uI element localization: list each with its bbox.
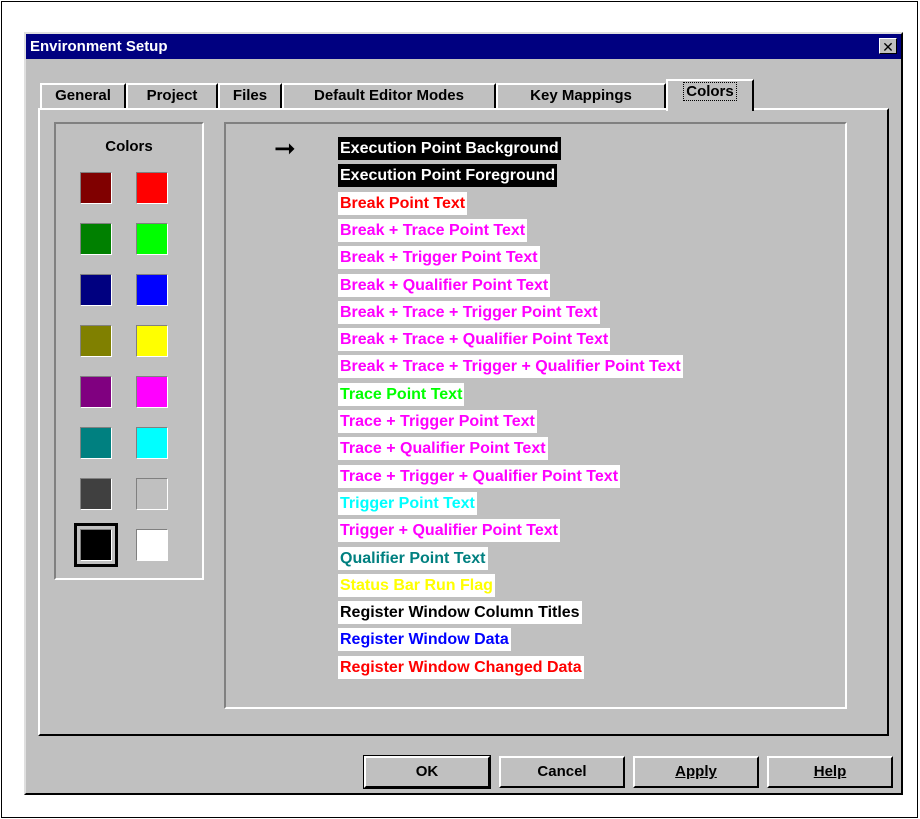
color-swatch[interactable] <box>80 478 112 510</box>
color-swatch[interactable] <box>80 223 112 255</box>
color-item[interactable]: Break + Qualifier Point Text <box>338 273 551 297</box>
color-item[interactable]: Break + Trace + Trigger Point Text <box>338 300 600 324</box>
color-item[interactable]: Trigger + Qualifier Point Text <box>338 519 560 543</box>
tab-key-mappings[interactable]: Key Mappings <box>496 83 666 109</box>
close-button[interactable]: ✕ <box>879 38 897 55</box>
color-item[interactable]: Break + Trigger Point Text <box>338 246 540 270</box>
color-item[interactable]: Register Window Changed Data <box>338 655 584 679</box>
environment-setup-dialog: Environment Setup ✕ General Project File… <box>24 32 903 795</box>
color-palette: Colors <box>54 122 204 580</box>
cancel-button[interactable]: Cancel <box>499 756 625 788</box>
color-item[interactable]: Register Window Column Titles <box>338 601 582 625</box>
color-swatch[interactable] <box>80 274 112 306</box>
color-item[interactable]: Trigger Point Text <box>338 491 477 515</box>
color-swatch[interactable] <box>136 274 168 306</box>
color-item[interactable]: Execution Point Foreground <box>338 164 558 188</box>
color-swatch[interactable] <box>74 523 118 567</box>
color-item[interactable]: Status Bar Run Flag <box>338 573 495 597</box>
tab-colors[interactable]: Colors <box>666 79 754 111</box>
color-swatch[interactable] <box>136 376 168 408</box>
color-swatch[interactable] <box>136 172 168 204</box>
tab-files[interactable]: Files <box>218 83 282 109</box>
tab-project[interactable]: Project <box>126 83 218 109</box>
color-swatch[interactable] <box>136 529 168 561</box>
tab-general[interactable]: General <box>40 83 126 109</box>
color-item[interactable]: Break + Trace Point Text <box>338 218 528 242</box>
color-swatch[interactable] <box>80 376 112 408</box>
help-button[interactable]: Help <box>767 756 893 788</box>
color-swatch[interactable] <box>80 427 112 459</box>
color-item-list[interactable]: ➞ Execution Point Background Execution Po… <box>224 122 847 709</box>
ok-button[interactable]: OK <box>363 755 491 789</box>
color-swatch[interactable] <box>80 172 112 204</box>
color-swatch[interactable] <box>136 427 168 459</box>
color-item[interactable]: Break Point Text <box>338 191 468 215</box>
palette-title: Colors <box>105 138 153 155</box>
apply-button[interactable]: Apply <box>633 756 759 788</box>
color-swatch[interactable] <box>136 325 168 357</box>
color-item[interactable]: Trace + Qualifier Point Text <box>338 437 548 461</box>
tab-default-editor-modes[interactable]: Default Editor Modes <box>282 83 496 109</box>
color-item[interactable]: Break + Trace + Qualifier Point Text <box>338 328 611 352</box>
colors-panel: Colors ➞ Execution Point Background Execu… <box>38 108 889 736</box>
color-swatch[interactable] <box>136 223 168 255</box>
selection-arrow-icon: ➞ <box>274 133 296 163</box>
title-bar[interactable]: Environment Setup ✕ <box>26 34 901 59</box>
color-item[interactable]: Execution Point Background <box>338 137 561 160</box>
window-title: Environment Setup <box>30 38 168 55</box>
color-swatch[interactable] <box>80 325 112 357</box>
color-item[interactable]: Trace + Trigger + Qualifier Point Text <box>338 464 621 488</box>
color-item[interactable]: Break + Trace + Trigger + Qualifier Poin… <box>338 355 683 379</box>
color-item[interactable]: Register Window Data <box>338 628 511 652</box>
color-item[interactable]: Trace + Trigger Point Text <box>338 410 537 433</box>
color-swatch[interactable] <box>136 478 168 510</box>
color-item[interactable]: Qualifier Point Text <box>338 546 488 570</box>
color-item[interactable]: Trace Point Text <box>338 382 465 406</box>
